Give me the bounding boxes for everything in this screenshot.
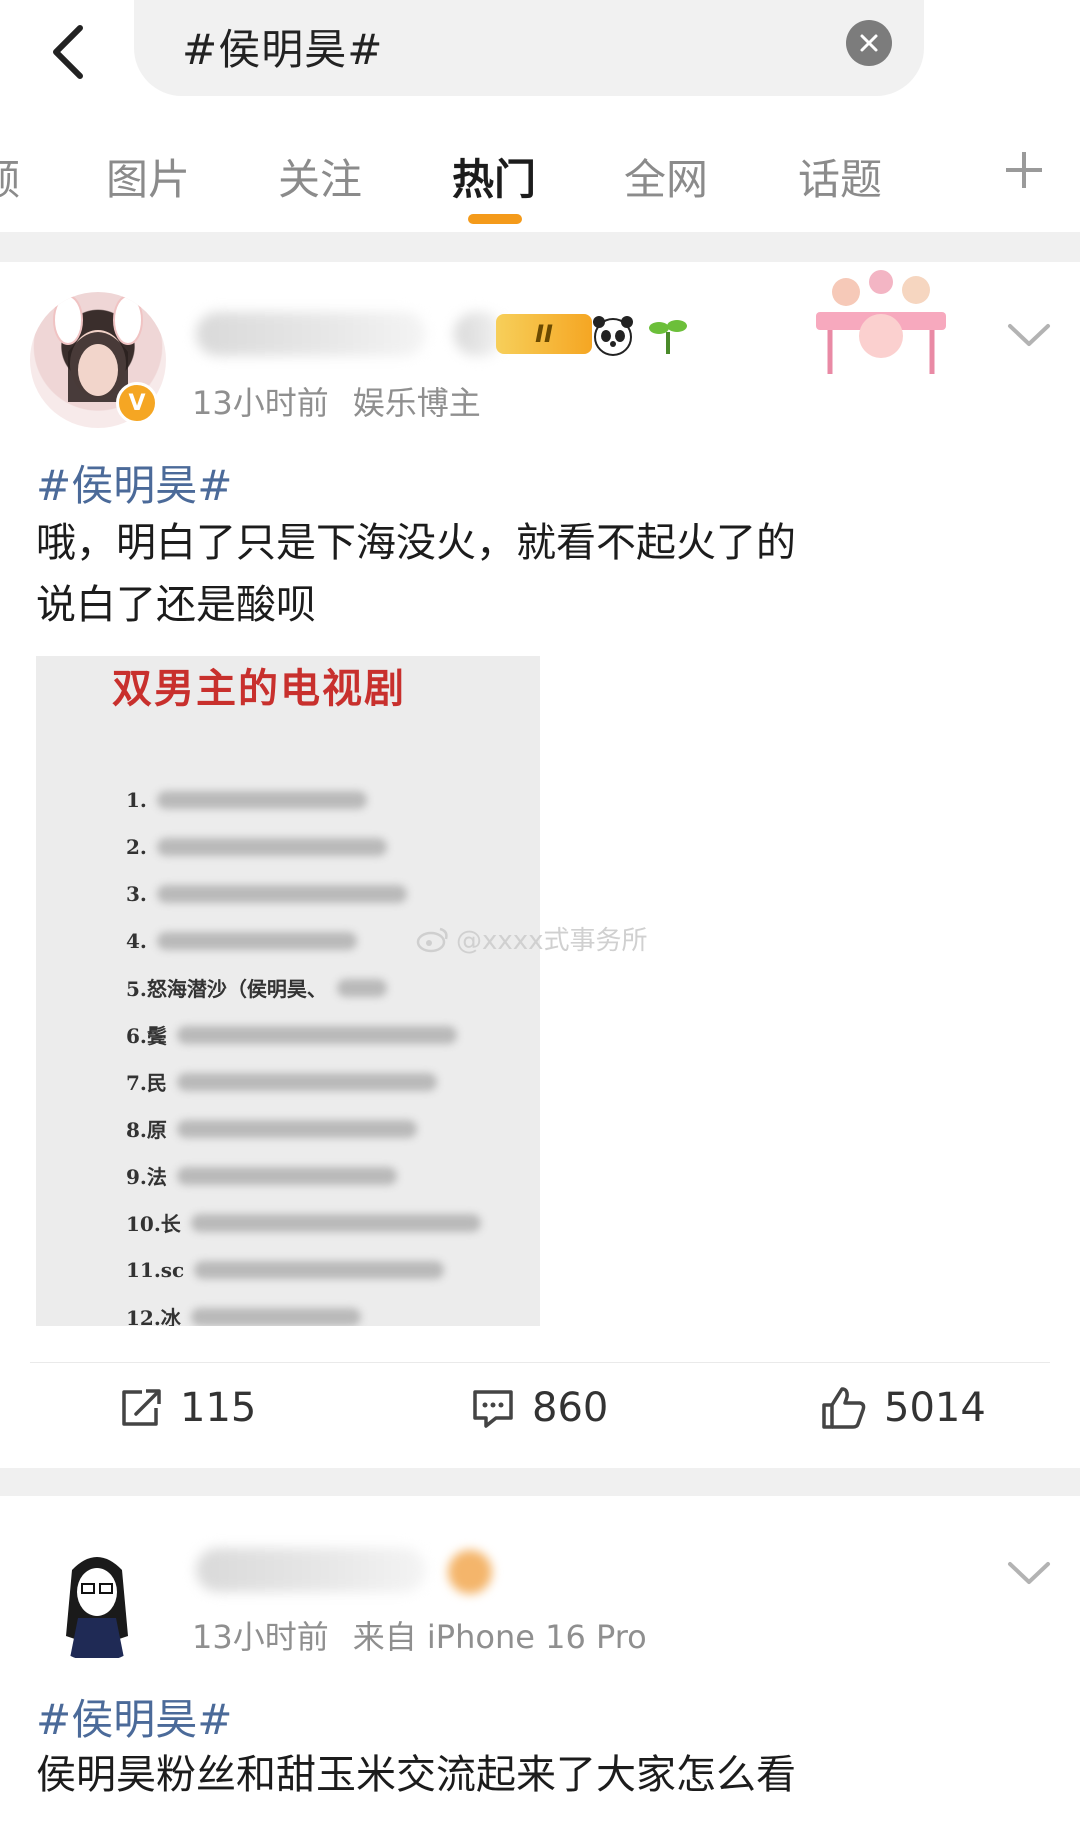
user-badge-icon bbox=[448, 1550, 492, 1594]
list-item: 6.鬓 bbox=[126, 1011, 481, 1058]
active-tab-indicator bbox=[468, 214, 522, 224]
avatar-cartoon-girl-icon bbox=[66, 1557, 128, 1658]
list-item: 10.长 bbox=[126, 1199, 481, 1246]
thumbs-up-icon bbox=[822, 1387, 866, 1429]
repost-count: 115 bbox=[180, 1385, 257, 1431]
post-time: 13小时前 bbox=[192, 384, 329, 422]
like-count: 5014 bbox=[884, 1385, 986, 1431]
post-action-bar: 115 860 5014 bbox=[30, 1362, 1050, 1466]
section-divider bbox=[0, 232, 1080, 262]
back-arrow-icon bbox=[53, 25, 83, 79]
list-item: 12.冰 bbox=[126, 1293, 481, 1326]
post-text: 哦，明白了只是下海没火，就看不起火了的 说白了还是酸呗 bbox=[36, 512, 1036, 636]
avatar[interactable] bbox=[36, 1540, 158, 1662]
tab-images[interactable]: 图片 bbox=[106, 146, 190, 207]
panda-icon bbox=[593, 316, 633, 356]
post-source: 娱乐博主 bbox=[352, 384, 481, 422]
tab-hot[interactable]: 热门 bbox=[452, 146, 536, 207]
weibo-logo-icon bbox=[416, 927, 448, 952]
post-time: 13小时前 bbox=[192, 1618, 329, 1656]
chevron-down-icon[interactable] bbox=[1006, 1558, 1052, 1588]
list-item: 1. bbox=[126, 776, 481, 823]
chevron-down-icon[interactable] bbox=[1006, 320, 1052, 350]
tab-all-web[interactable]: 全网 bbox=[624, 146, 708, 207]
sprout-icon bbox=[649, 320, 687, 354]
list-item: 8.原 bbox=[126, 1105, 481, 1152]
post-text: 侯明昊粉丝和甜玉米交流起来了大家怎么看 bbox=[36, 1744, 1036, 1806]
list-item: 5.怒海潜沙（侯明昊、 bbox=[126, 964, 481, 1011]
decoration-sticker-icon bbox=[816, 270, 946, 374]
post-meta: 13小时前 娱乐博主 bbox=[192, 378, 481, 424]
section-divider bbox=[0, 1468, 1080, 1496]
list-item: 7.民 bbox=[126, 1058, 481, 1105]
hashtag-link[interactable]: #侯明昊# bbox=[36, 452, 232, 513]
close-icon bbox=[860, 34, 878, 52]
tab-bar: 频 图片 关注 热门 全网 话题 bbox=[0, 118, 1080, 230]
post-source: 来自 iPhone 16 Pro bbox=[352, 1618, 647, 1656]
share-icon bbox=[122, 1389, 161, 1426]
username-blurred[interactable] bbox=[196, 312, 426, 356]
post-text-line: 说白了还是酸呗 bbox=[36, 582, 316, 628]
verified-badge-icon: V bbox=[116, 382, 158, 424]
image-title: 双男主的电视剧 bbox=[112, 665, 406, 712]
comment-icon bbox=[473, 1390, 513, 1428]
clear-search-button[interactable] bbox=[846, 20, 892, 66]
post-card[interactable]: 13小时前 来自 iPhone 16 Pro #侯明昊# 侯明昊粉丝和甜玉米交流起… bbox=[0, 1496, 1080, 1825]
list-item: 11.sc bbox=[126, 1246, 481, 1293]
list-item: 9.法 bbox=[126, 1152, 481, 1199]
comment-button[interactable]: 860 bbox=[470, 1385, 608, 1431]
search-query: #侯明昊# bbox=[182, 25, 384, 74]
repost-button[interactable]: 115 bbox=[118, 1385, 256, 1431]
back-button[interactable] bbox=[40, 12, 96, 92]
username-blurred[interactable] bbox=[196, 1548, 426, 1592]
post-image[interactable]: 双男主的电视剧 1. 2. 3. 4. 5.怒海潜沙（侯明昊、 6.鬓 7.民 … bbox=[36, 656, 540, 1326]
watermark-text: @xxxx式事务所 bbox=[456, 926, 648, 956]
list-item: 2. bbox=[126, 823, 481, 870]
rank-badge: II bbox=[496, 314, 592, 354]
plus-icon[interactable] bbox=[1002, 148, 1046, 192]
post-text-line: 侯明昊粉丝和甜玉米交流起来了大家怎么看 bbox=[36, 1752, 796, 1798]
hashtag-link[interactable]: #侯明昊# bbox=[36, 1686, 232, 1747]
top-bar: #侯明昊# bbox=[0, 0, 1080, 118]
image-list: 1. 2. 3. 4. 5.怒海潜沙（侯明昊、 6.鬓 7.民 8.原 9.法 … bbox=[126, 776, 481, 1326]
search-input[interactable]: #侯明昊# bbox=[134, 0, 924, 96]
post-meta: 13小时前 来自 iPhone 16 Pro bbox=[192, 1612, 647, 1658]
list-item: 3. bbox=[126, 870, 481, 917]
like-button[interactable]: 5014 bbox=[820, 1385, 986, 1431]
tab-video[interactable]: 频 bbox=[0, 146, 20, 207]
comment-count: 860 bbox=[532, 1385, 609, 1431]
post-text-line: 哦，明白了只是下海没火，就看不起火了的 bbox=[36, 520, 796, 566]
tab-following[interactable]: 关注 bbox=[278, 146, 362, 207]
image-watermark: @xxxx式事务所 bbox=[416, 920, 648, 957]
tab-topics[interactable]: 话题 bbox=[798, 146, 882, 207]
